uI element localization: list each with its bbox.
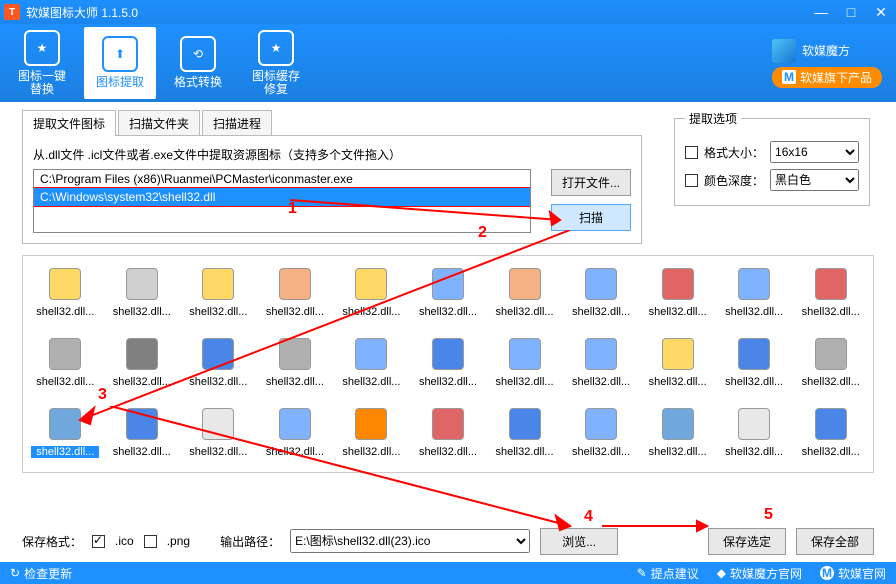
size-select[interactable]: 16x16 <box>770 141 859 163</box>
toolbar-icon: ⟲ <box>180 36 216 72</box>
icon-cell[interactable]: shell32.dll... <box>104 400 181 470</box>
icon-grid: shell32.dll...shell32.dll...shell32.dll.… <box>22 255 874 473</box>
suggest-link[interactable]: ✎ 提点建议 <box>637 565 699 582</box>
icon-cell[interactable]: shell32.dll... <box>257 400 334 470</box>
file-row[interactable]: C:\Program Files (x86)\Ruanmei\PCMaster\… <box>34 170 530 188</box>
icon-cell[interactable]: shell32.dll... <box>563 260 640 330</box>
toolbar-icon: ⬆ <box>102 36 138 72</box>
official-site-link[interactable]: ◆ 软媒魔方官网 <box>717 565 802 582</box>
icon-cell[interactable]: shell32.dll... <box>639 330 716 400</box>
depth-select[interactable]: 黑白色 <box>770 169 859 191</box>
icon-cell[interactable]: shell32.dll... <box>563 330 640 400</box>
status-bar: ↻ 检查更新 ✎ 提点建议 ◆ 软媒魔方官网 M 软媒官网 <box>0 562 896 584</box>
depth-checkbox[interactable] <box>685 174 698 187</box>
icon-cell[interactable]: shell32.dll... <box>333 260 410 330</box>
tab-2[interactable]: 扫描进程 <box>202 110 272 136</box>
icon-cell[interactable]: shell32.dll... <box>180 400 257 470</box>
toolbar-button-2[interactable]: ⟲格式转换 <box>162 27 234 99</box>
close-button[interactable]: ✕ <box>866 4 896 21</box>
icon-cell[interactable]: shell32.dll... <box>639 400 716 470</box>
tab-1[interactable]: 扫描文件夹 <box>118 110 200 136</box>
brand-name: 软媒魔方 <box>802 42 850 59</box>
format-label: 保存格式： <box>22 533 82 550</box>
size-label: 格式大小： <box>704 144 764 161</box>
size-checkbox[interactable] <box>685 146 698 159</box>
icon-cell[interactable]: shell32.dll... <box>639 260 716 330</box>
icon-cell[interactable]: shell32.dll... <box>104 260 181 330</box>
cube-icon <box>772 39 796 63</box>
ico-checkbox[interactable] <box>92 535 105 548</box>
icon-cell[interactable]: shell32.dll... <box>486 330 563 400</box>
icon-cell[interactable]: shell32.dll... <box>257 330 334 400</box>
icon-cell[interactable]: shell32.dll... <box>716 330 793 400</box>
icon-cell[interactable]: shell32.dll... <box>257 260 334 330</box>
toolbar-icon: ★ <box>24 30 60 66</box>
toolbar-button-0[interactable]: ★图标一键 替换 <box>6 27 78 99</box>
icon-cell[interactable]: shell32.dll... <box>333 330 410 400</box>
footer-bar: 保存格式： .ico .png 输出路径： E:\图标\shell32.dll(… <box>0 522 896 560</box>
png-checkbox[interactable] <box>144 535 157 548</box>
save-all-button[interactable]: 保存全部 <box>796 528 874 555</box>
browse-button[interactable]: 浏览... <box>540 528 618 555</box>
icon-cell[interactable]: shell32.dll... <box>792 400 869 470</box>
icon-cell[interactable]: shell32.dll... <box>27 260 104 330</box>
icon-cell[interactable]: shell32.dll... <box>716 260 793 330</box>
icon-cell[interactable]: shell32.dll... <box>104 330 181 400</box>
icon-cell[interactable]: shell32.dll... <box>792 330 869 400</box>
icon-cell[interactable]: shell32.dll... <box>180 260 257 330</box>
toolbar-icon: ★ <box>258 30 294 66</box>
toolbar-button-1[interactable]: ⬆图标提取 <box>84 27 156 99</box>
icon-cell[interactable]: shell32.dll... <box>563 400 640 470</box>
icon-cell[interactable]: shell32.dll... <box>180 330 257 400</box>
output-label: 输出路径： <box>220 533 280 550</box>
extract-options: 提取选项 格式大小： 16x16 颜色深度： 黑白色 <box>674 110 870 206</box>
extract-panel: 从.dll文件 .icl文件或者.exe文件中提取资源图标（支持多个文件拖入） … <box>22 135 642 244</box>
icon-cell[interactable]: shell32.dll... <box>410 330 487 400</box>
maximize-button[interactable]: □ <box>836 4 866 20</box>
scan-button[interactable]: 扫描 <box>551 204 631 231</box>
save-selected-button[interactable]: 保存选定 <box>708 528 786 555</box>
icon-cell[interactable]: shell32.dll... <box>27 330 104 400</box>
open-file-button[interactable]: 打开文件... <box>551 169 631 196</box>
panel-hint: 从.dll文件 .icl文件或者.exe文件中提取资源图标（支持多个文件拖入） <box>33 146 631 163</box>
file-list[interactable]: C:\Program Files (x86)\Ruanmei\PCMaster\… <box>33 169 531 233</box>
icon-cell[interactable]: shell32.dll... <box>27 400 104 470</box>
icon-cell[interactable]: shell32.dll... <box>410 400 487 470</box>
minimize-button[interactable]: — <box>806 4 836 20</box>
icon-cell[interactable]: shell32.dll... <box>486 400 563 470</box>
file-row[interactable]: C:\Windows\system32\shell32.dll <box>34 188 530 206</box>
icon-cell[interactable]: shell32.dll... <box>792 260 869 330</box>
toolbar-button-3[interactable]: ★图标缓存 修复 <box>240 27 312 99</box>
output-path-select[interactable]: E:\图标\shell32.dll(23).ico <box>290 529 530 553</box>
icon-cell[interactable]: shell32.dll... <box>716 400 793 470</box>
window-title: 软媒图标大师 1.1.5.0 <box>26 4 138 21</box>
main-toolbar: ★图标一键 替换⬆图标提取⟲格式转换★图标缓存 修复 软媒魔方 M软媒旗下产品 <box>0 24 896 102</box>
check-update-link[interactable]: ↻ 检查更新 <box>10 565 72 582</box>
titlebar: T 软媒图标大师 1.1.5.0 — □ ✕ <box>0 0 896 24</box>
tab-0[interactable]: 提取文件图标 <box>22 110 116 136</box>
icon-cell[interactable]: shell32.dll... <box>410 260 487 330</box>
options-legend: 提取选项 <box>685 110 741 127</box>
brand-area: 软媒魔方 M软媒旗下产品 <box>772 39 882 88</box>
app-icon: T <box>4 4 20 20</box>
home-link[interactable]: M 软媒官网 <box>820 565 886 582</box>
brand-badge[interactable]: M软媒旗下产品 <box>772 67 882 88</box>
depth-label: 颜色深度： <box>704 172 764 189</box>
icon-cell[interactable]: shell32.dll... <box>333 400 410 470</box>
icon-cell[interactable]: shell32.dll... <box>486 260 563 330</box>
